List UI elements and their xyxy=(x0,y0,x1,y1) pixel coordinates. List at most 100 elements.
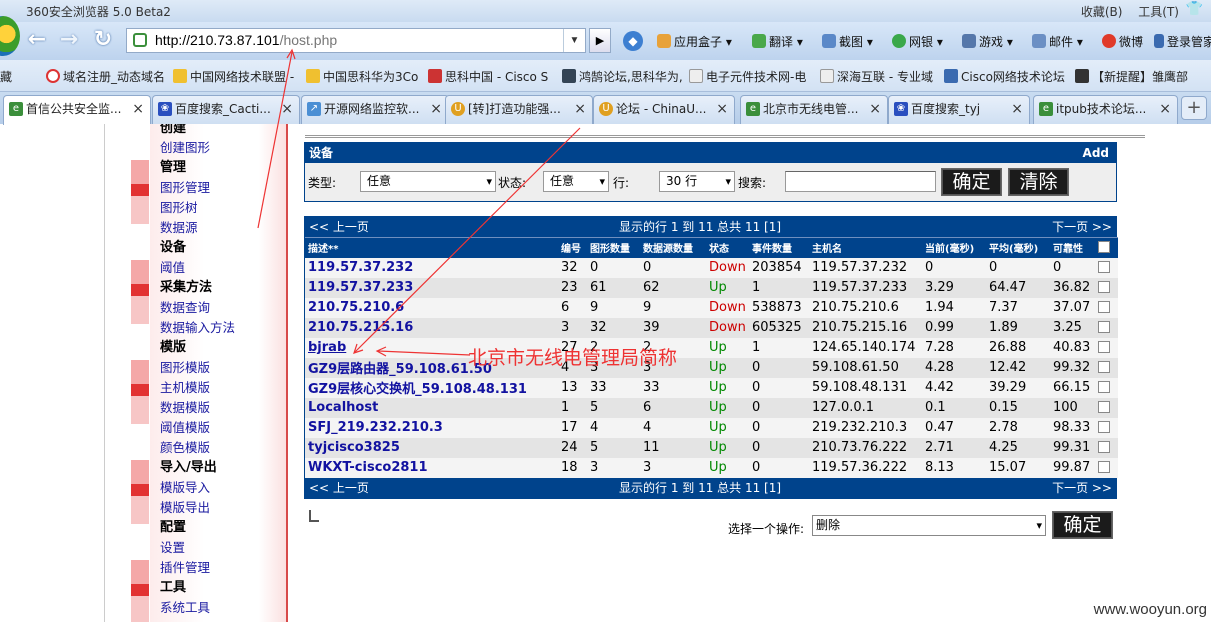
col-hostname[interactable]: 主机名 xyxy=(809,237,922,258)
filter-clear-button[interactable]: 清除 xyxy=(1008,168,1069,196)
next-page-link[interactable]: 下一页 >> xyxy=(1052,217,1112,237)
sidebar-item-plugin-management[interactable]: 插件管理 xyxy=(160,558,286,578)
bookmark-4[interactable]: 思科中国 - Cisco S xyxy=(428,68,548,85)
toolbar-screenshot[interactable]: 截图 ▾ xyxy=(822,33,873,50)
row-checkbox[interactable] xyxy=(1095,257,1118,278)
menu-tools[interactable]: 工具(T) xyxy=(1138,5,1179,19)
device-description[interactable]: Localhost xyxy=(305,397,558,418)
sidebar-item-host-templates[interactable]: 主机模版 xyxy=(160,378,286,398)
bookmark-1[interactable]: 域名注册_动态域名 xyxy=(46,68,165,85)
sidebar-item-data-input-methods[interactable]: 数据输入方法 xyxy=(160,318,286,338)
menu-favorites[interactable]: 收藏(B) xyxy=(1081,5,1123,19)
col-id[interactable]: 编号 xyxy=(558,237,587,258)
go-button[interactable]: ▶ xyxy=(589,28,611,53)
sidebar-item-graph-templates[interactable]: 图形模版 xyxy=(160,358,286,378)
skin-icon[interactable]: 👕 xyxy=(1186,1,1203,17)
back-icon[interactable]: ← xyxy=(24,27,50,53)
tab-6[interactable]: ❀ 百度搜索_tyj × xyxy=(888,95,1030,124)
col-status[interactable]: 状态 xyxy=(706,237,749,258)
device-description[interactable]: WKXT-cisco2811 xyxy=(305,457,558,478)
next-page-link[interactable]: 下一页 >> xyxy=(1052,478,1112,498)
sidebar-item-data-sources[interactable]: 数据源 xyxy=(160,218,286,238)
close-icon[interactable]: × xyxy=(716,96,728,122)
rows-select[interactable]: 30 行 xyxy=(659,171,735,192)
filter-confirm-button[interactable]: 确定 xyxy=(941,168,1002,196)
bookmark-5[interactable]: 鸿鹄论坛,思科华为, xyxy=(562,68,683,85)
prev-page-link[interactable]: << 上一页 xyxy=(309,478,369,498)
sidebar-item-graph-management[interactable]: 图形管理 xyxy=(160,178,286,198)
close-icon[interactable]: × xyxy=(1159,96,1171,122)
add-device-link[interactable]: Add xyxy=(1083,143,1109,163)
row-checkbox[interactable] xyxy=(1095,377,1118,398)
close-icon[interactable]: × xyxy=(574,96,586,122)
bookmark-9[interactable]: 【新提醒】雏鹰部 xyxy=(1075,68,1188,85)
device-description[interactable]: SFJ_219.232.210.3 xyxy=(305,417,558,438)
toolbar-bank[interactable]: 网银 ▾ xyxy=(892,33,943,50)
close-icon[interactable]: × xyxy=(869,96,881,122)
col-availability[interactable]: 可靠性 xyxy=(1050,237,1095,258)
shield-icon[interactable]: ◆ xyxy=(623,31,643,51)
toolbar-app-box[interactable]: 应用盒子 ▾ xyxy=(657,33,732,50)
row-checkbox[interactable] xyxy=(1095,297,1118,318)
sidebar-item-data-templates[interactable]: 数据模版 xyxy=(160,398,286,418)
row-checkbox[interactable] xyxy=(1095,457,1118,478)
action-select[interactable]: 删除 xyxy=(812,515,1046,536)
toolbar-mail[interactable]: 邮件 ▾ xyxy=(1032,33,1083,50)
search-input[interactable] xyxy=(785,171,936,192)
tab-0[interactable]: e 首信公共安全监... × xyxy=(3,95,151,125)
tab-5[interactable]: e 北京市无线电管... × xyxy=(740,95,888,124)
sidebar-item-devices[interactable]: 设备 xyxy=(160,238,286,258)
close-icon[interactable]: × xyxy=(132,96,144,122)
forward-icon[interactable]: → xyxy=(56,27,82,53)
select-all-checkbox[interactable] xyxy=(1095,237,1118,258)
sidebar-item-export-templates[interactable]: 模版导出 xyxy=(160,498,286,518)
col-data-sources[interactable]: 数据源数量 xyxy=(640,237,706,258)
sidebar-item-system-utilities[interactable]: 系统工具 xyxy=(160,598,286,618)
status-select[interactable]: 任意 xyxy=(543,171,609,192)
toolbar-login[interactable]: 登录管家 xyxy=(1154,33,1211,50)
close-icon[interactable]: × xyxy=(281,96,293,122)
sidebar-item-graph-tree[interactable]: 图形树 xyxy=(160,198,286,218)
sidebar-item-data-queries[interactable]: 数据查询 xyxy=(160,298,286,318)
bookmark-0[interactable]: 藏 xyxy=(0,68,12,85)
device-description[interactable]: tyjcisco3825 xyxy=(305,437,558,458)
sidebar-item-import-templates[interactable]: 模版导入 xyxy=(160,478,286,498)
prev-page-link[interactable]: << 上一页 xyxy=(309,217,369,237)
toolbar-weibo[interactable]: 微博 xyxy=(1102,33,1143,50)
refresh-icon[interactable]: ↻ xyxy=(90,27,116,53)
sidebar-item-threshold-templates[interactable]: 阈值模版 xyxy=(160,418,286,438)
address-bar[interactable]: http://210.73.87.101/host.php ▼ xyxy=(126,28,586,53)
sidebar-item-settings[interactable]: 设置 xyxy=(160,538,286,558)
type-select[interactable]: 任意 xyxy=(360,171,496,192)
action-confirm-button[interactable]: 确定 xyxy=(1052,511,1113,539)
col-current-ms[interactable]: 当前(毫秒) xyxy=(922,237,986,258)
row-checkbox[interactable] xyxy=(1095,357,1118,378)
row-checkbox[interactable] xyxy=(1095,397,1118,418)
bookmark-7[interactable]: 深海互联 - 专业域 xyxy=(820,68,933,85)
row-checkbox[interactable] xyxy=(1095,317,1118,338)
bookmark-3[interactable]: 中国思科华为3Co xyxy=(306,68,418,85)
bookmark-2[interactable]: 中国网络技术联盟 - xyxy=(173,68,294,85)
col-events[interactable]: 事件数量 xyxy=(749,237,809,258)
bookmark-8[interactable]: Cisco网络技术论坛 xyxy=(944,68,1065,85)
sidebar-item-create-graph[interactable]: 创建图形 xyxy=(160,138,286,158)
sidebar-item-thresholds[interactable]: 阈值 xyxy=(160,258,286,278)
tab-1[interactable]: ❀ 百度搜索_Cacti... × xyxy=(152,95,300,124)
row-checkbox[interactable] xyxy=(1095,437,1118,458)
tab-2[interactable]: ↗ 开源网络监控软... × xyxy=(301,95,449,124)
device-description[interactable]: 210.75.210.6 xyxy=(305,297,558,318)
sidebar-item-color-templates[interactable]: 颜色模版 xyxy=(160,438,286,458)
tab-3[interactable]: U [转]打造功能强... × xyxy=(445,95,593,124)
toolbar-games[interactable]: 游戏 ▾ xyxy=(962,33,1013,50)
device-description[interactable]: 210.75.215.16 xyxy=(305,317,558,338)
col-graphs[interactable]: 图形数量 xyxy=(587,237,640,258)
toolbar-translate[interactable]: 翻译 ▾ xyxy=(752,33,803,50)
tab-7[interactable]: e itpub技术论坛... × xyxy=(1033,95,1178,124)
bookmark-6[interactable]: 电子元件技术网-电 xyxy=(689,68,806,85)
close-icon[interactable]: × xyxy=(1011,96,1023,122)
col-description[interactable]: 描述** xyxy=(305,237,558,258)
close-icon[interactable]: × xyxy=(430,96,442,122)
device-description[interactable]: 119.57.37.232 xyxy=(305,257,558,278)
device-description[interactable]: 119.57.37.233 xyxy=(305,277,558,298)
row-checkbox[interactable] xyxy=(1095,337,1118,358)
